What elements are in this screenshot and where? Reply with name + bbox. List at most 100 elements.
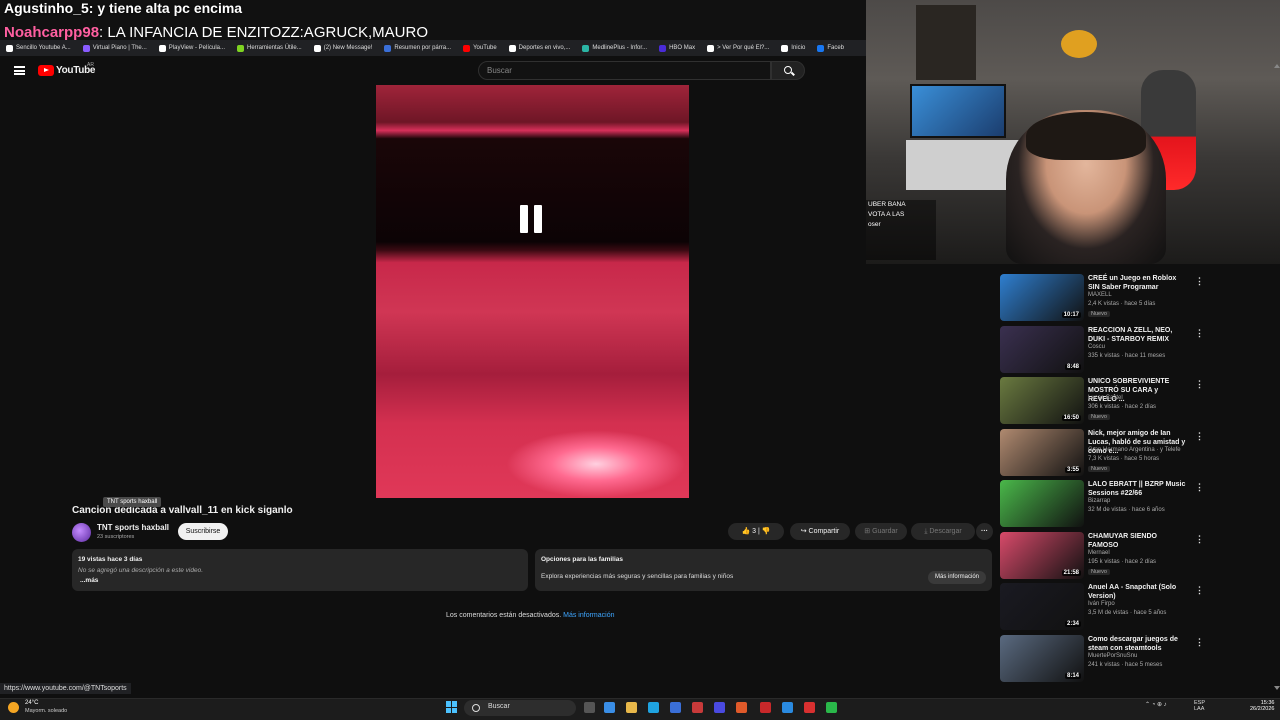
bookmark-item[interactable]: MedlinePlus - Infor... (582, 44, 647, 52)
recommendation-thumbnail[interactable]: 3:55 (1000, 428, 1084, 476)
kebab-menu-icon[interactable]: ⋮ (1195, 585, 1204, 596)
menu-icon[interactable] (14, 66, 25, 75)
recommendation-thumbnail[interactable] (1000, 480, 1084, 527)
bookmark-favicon-icon (508, 44, 516, 52)
taskbar-search[interactable]: Buscar (464, 700, 576, 716)
bookmark-item[interactable]: Herramientas Útile... (237, 44, 302, 52)
kebab-menu-icon[interactable]: ⋮ (1195, 431, 1204, 442)
video-player[interactable] (376, 85, 689, 498)
recommendation-thumbnail[interactable]: 8:48 (1000, 325, 1084, 373)
taskbar-app-icon[interactable] (648, 702, 659, 713)
recommendation-item[interactable]: 3:55 Nick, mejor amigo de Ian Lucas, habl… (1000, 428, 1270, 479)
recommendation-views: 241 k vistas · hace 5 meses (1088, 661, 1163, 668)
taskbar-app-icon[interactable] (714, 702, 725, 713)
recommendation-item[interactable]: LALO EBRATT || BZRP Music Sessions #22/6… (1000, 480, 1270, 530)
bookmark-item[interactable]: Resumen por párra... (384, 44, 451, 52)
video-duration: 3:55 (1064, 466, 1081, 473)
share-button[interactable]: ↪ Compartir (790, 523, 850, 540)
search-button[interactable] (771, 61, 805, 80)
recommendation-title[interactable]: REACCION A ZELL, NEO, DUKI - STARBOY REM… (1088, 326, 1188, 344)
kebab-menu-icon[interactable]: ⋮ (1195, 534, 1204, 545)
bookmark-item[interactable]: Sencillo Youtube A... (6, 44, 71, 52)
channel-name[interactable]: TNT sports haxball (97, 523, 169, 532)
recommendation-title[interactable]: Anuel AA - Snapchat (Solo Version) (1088, 583, 1188, 601)
recommendation-item[interactable]: 2:34 Anuel AA - Snapchat (Solo Version) Iv… (1000, 583, 1270, 633)
kebab-menu-icon[interactable]: ⋮ (1195, 328, 1204, 339)
recommendation-item[interactable]: 10:17 CREÉ un Juego en Roblox SIN Saber P… (1000, 274, 1270, 324)
recommendation-item[interactable]: 21:58 CHAMUYAR SIENDO FAMOSO Mernael 195 k … (1000, 531, 1270, 582)
recommendation-channel[interactable]: Bizarrap (1088, 498, 1110, 504)
bookmark-item[interactable]: PlayView - Película... (158, 44, 226, 52)
kebab-menu-icon[interactable]: ⋮ (1195, 379, 1204, 390)
bookmark-item[interactable]: Faceb (817, 44, 844, 52)
taskbar-app-icon[interactable] (584, 702, 595, 713)
system-tray[interactable]: ⌃ ◔ ⊕ ♪ (1145, 701, 1167, 708)
bookmark-item[interactable]: > Ver Por qué El?... (707, 44, 769, 52)
taskbar-app-icon[interactable] (692, 702, 703, 713)
subscribe-button[interactable]: Suscribirse (178, 523, 228, 540)
video-duration: 2:34 (1064, 621, 1081, 627)
pause-icon[interactable] (520, 205, 544, 233)
comments-more-info-link[interactable]: Más información (563, 612, 614, 619)
recommendation-thumbnail[interactable]: 2:34 (1000, 583, 1084, 630)
more-actions-button[interactable]: ··· (976, 523, 993, 540)
recommendation-channel[interactable]: Mernael (1088, 550, 1110, 556)
kebab-menu-icon[interactable]: ⋮ (1195, 482, 1204, 493)
youtube-logo-icon[interactable] (38, 65, 54, 76)
channel-avatar[interactable] (72, 523, 91, 542)
page-scrollbar[interactable] (1272, 56, 1280, 694)
recommendation-channel[interactable]: Iván Firpo (1088, 601, 1115, 607)
bookmark-item[interactable]: Inicio (781, 44, 805, 52)
kebab-menu-icon[interactable]: ⋮ (1195, 276, 1204, 287)
taskbar-app-icon[interactable] (736, 702, 747, 713)
weather-temperature[interactable]: 24°C (25, 700, 38, 706)
search-input[interactable]: Buscar (478, 61, 771, 80)
description-more-link[interactable]: ...más (80, 577, 98, 584)
weather-sun-icon[interactable] (8, 702, 19, 713)
bookmark-label: PlayView - Película... (168, 45, 226, 51)
bookmark-item[interactable]: YouTube (463, 44, 497, 52)
taskbar-app-icon[interactable] (760, 702, 771, 713)
bookmark-item[interactable]: (2) New Message! (313, 44, 372, 52)
recommendation-channel[interactable]: Coscu (1088, 344, 1105, 350)
recommendation-channel[interactable]: MAXELL (1088, 292, 1112, 298)
description-text: No se agregó una descripción a este vide… (78, 567, 204, 574)
clock[interactable]: 15:36 26/2/2026 (1250, 700, 1274, 712)
language-indicator[interactable]: ESP LAA (1194, 700, 1205, 712)
bookmark-label: Virtual Piano | The... (92, 45, 147, 51)
webcam-tv (910, 84, 1006, 138)
bookmark-item[interactable]: Deportes en vivo,... (508, 44, 570, 52)
taskbar-app-icon[interactable] (804, 702, 815, 713)
bookmark-favicon-icon (313, 44, 321, 52)
windows-start-icon[interactable] (446, 701, 458, 713)
taskbar-app-icon[interactable] (670, 702, 681, 713)
save-button[interactable]: ⊞ Guardar (855, 523, 907, 540)
taskbar-app-icon[interactable] (826, 702, 837, 713)
weather-description[interactable]: Mayorm. soleado (25, 708, 67, 714)
recommendation-channel[interactable]: MuertePorSnuSnu (1088, 653, 1137, 659)
recommendation-item[interactable]: 8:48 REACCION A ZELL, NEO, DUKI - STARBOY… (1000, 325, 1270, 376)
like-button[interactable]: 👍 3 | 👎 (728, 523, 784, 540)
bookmark-item[interactable]: HBO Max (659, 44, 695, 52)
recommendation-title[interactable]: CREÉ un Juego en Roblox SIN Saber Progra… (1088, 274, 1188, 292)
taskbar-app-icon[interactable] (626, 702, 637, 713)
kebab-menu-icon[interactable]: ⋮ (1195, 637, 1204, 648)
recommendation-thumbnail[interactable]: 21:58 (1000, 531, 1084, 579)
recommendation-thumbnail[interactable]: 10:17 (1000, 274, 1084, 321)
taskbar-app-icon[interactable] (604, 702, 615, 713)
recommendation-title[interactable]: CHAMUYAR SIENDO FAMOSO (1088, 532, 1188, 550)
webcam-streamer-hair (1026, 112, 1146, 160)
family-more-info-button[interactable]: Más información (928, 571, 986, 584)
recommendation-title[interactable]: LALO EBRATT || BZRP Music Sessions #22/6… (1088, 480, 1188, 498)
recommendation-item[interactable]: 8:14 Como descargar juegos de steam con s… (1000, 634, 1270, 685)
download-button[interactable]: ⤓ Descargar (911, 523, 975, 540)
recommendation-title[interactable]: Como descargar juegos de steam con steam… (1088, 635, 1188, 653)
bookmark-item[interactable]: Virtual Piano | The... (82, 44, 147, 52)
recommendation-channel[interactable]: Gran Hermano Argentina · y Telefe (1088, 447, 1181, 453)
taskbar-app-icon[interactable] (782, 702, 793, 713)
recommendation-channel[interactable]: Lucas Castel (1088, 395, 1123, 401)
recommendation-thumbnail[interactable]: 8:14 (1000, 634, 1084, 682)
recommendation-item[interactable]: 16:50 UNICO SOBREVIVIENTE MOSTRÓ SU CARA … (1000, 377, 1270, 427)
webcam-chat-line: oser (868, 221, 881, 228)
recommendation-thumbnail[interactable]: 16:50 (1000, 377, 1084, 424)
